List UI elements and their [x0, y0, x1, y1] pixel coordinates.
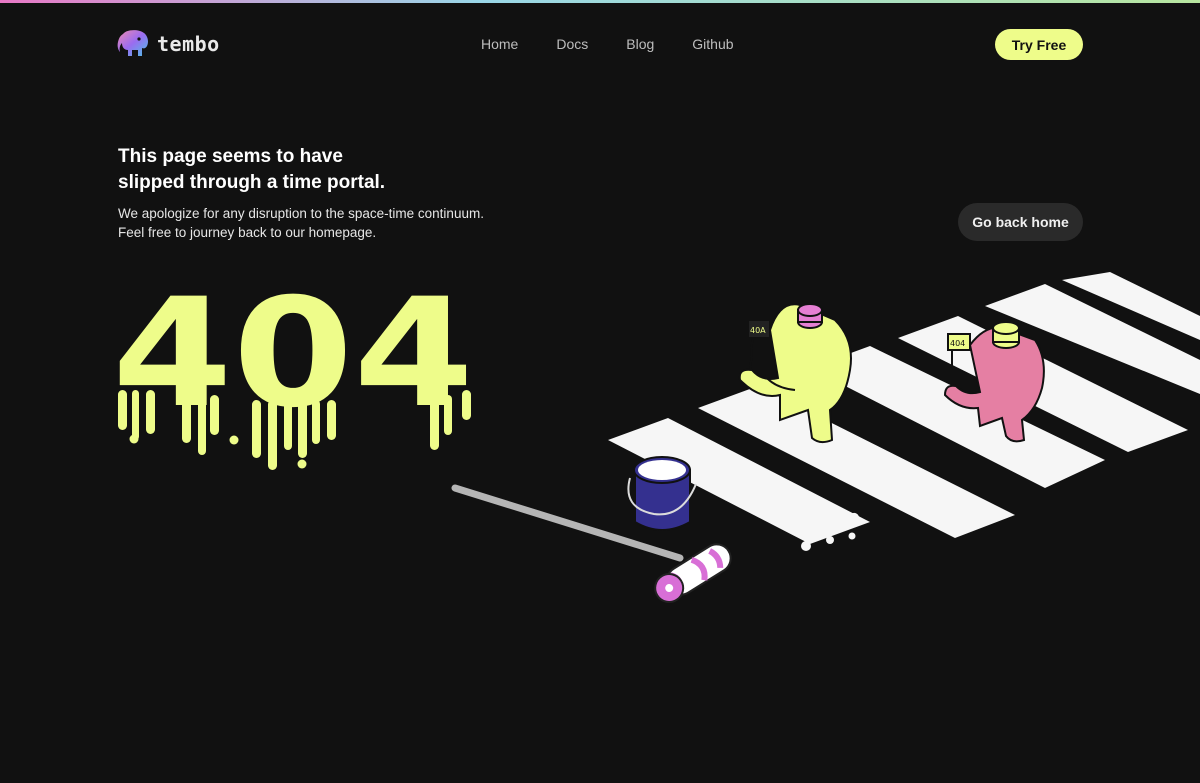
nav-item-blog[interactable]: Blog	[626, 36, 654, 52]
nav-item-docs[interactable]: Docs	[556, 36, 588, 52]
error-code-404: 404	[112, 290, 474, 470]
go-back-home-button[interactable]: Go back home	[958, 203, 1083, 241]
try-free-button[interactable]: Try Free	[995, 29, 1083, 60]
nav-item-github[interactable]: Github	[692, 36, 733, 52]
crosswalk-illustration: 40A 404	[451, 272, 1200, 604]
brand-name: tembo	[157, 32, 220, 56]
brand-link[interactable]: tembo	[117, 28, 220, 60]
paint-bucket-icon	[627, 456, 697, 531]
flag-label-right: 404	[950, 339, 965, 348]
crosswalk-stripes	[608, 272, 1200, 544]
page-title-line-1: This page seems to have	[118, 146, 343, 167]
main-nav: Home Docs Blog Github	[481, 36, 734, 52]
error-code-text: 404	[112, 290, 474, 441]
elephant-logo-icon	[117, 30, 148, 56]
page-description-line-1: We apologize for any disruption to the s…	[118, 206, 484, 221]
page-title: This page seems to have slipped through …	[118, 144, 538, 196]
page-title-line-2: slipped through a time portal.	[118, 172, 386, 193]
nav-item-home[interactable]: Home	[481, 36, 518, 52]
paint-roller-icon	[451, 484, 732, 604]
page-description-line-2: Feel free to journey back to our homepag…	[118, 225, 377, 240]
page-description: We apologize for any disruption to the s…	[118, 204, 538, 242]
site-header: tembo Home Docs Blog Github Try Free	[0, 0, 1200, 90]
flag-label-left: 40A	[750, 326, 766, 335]
